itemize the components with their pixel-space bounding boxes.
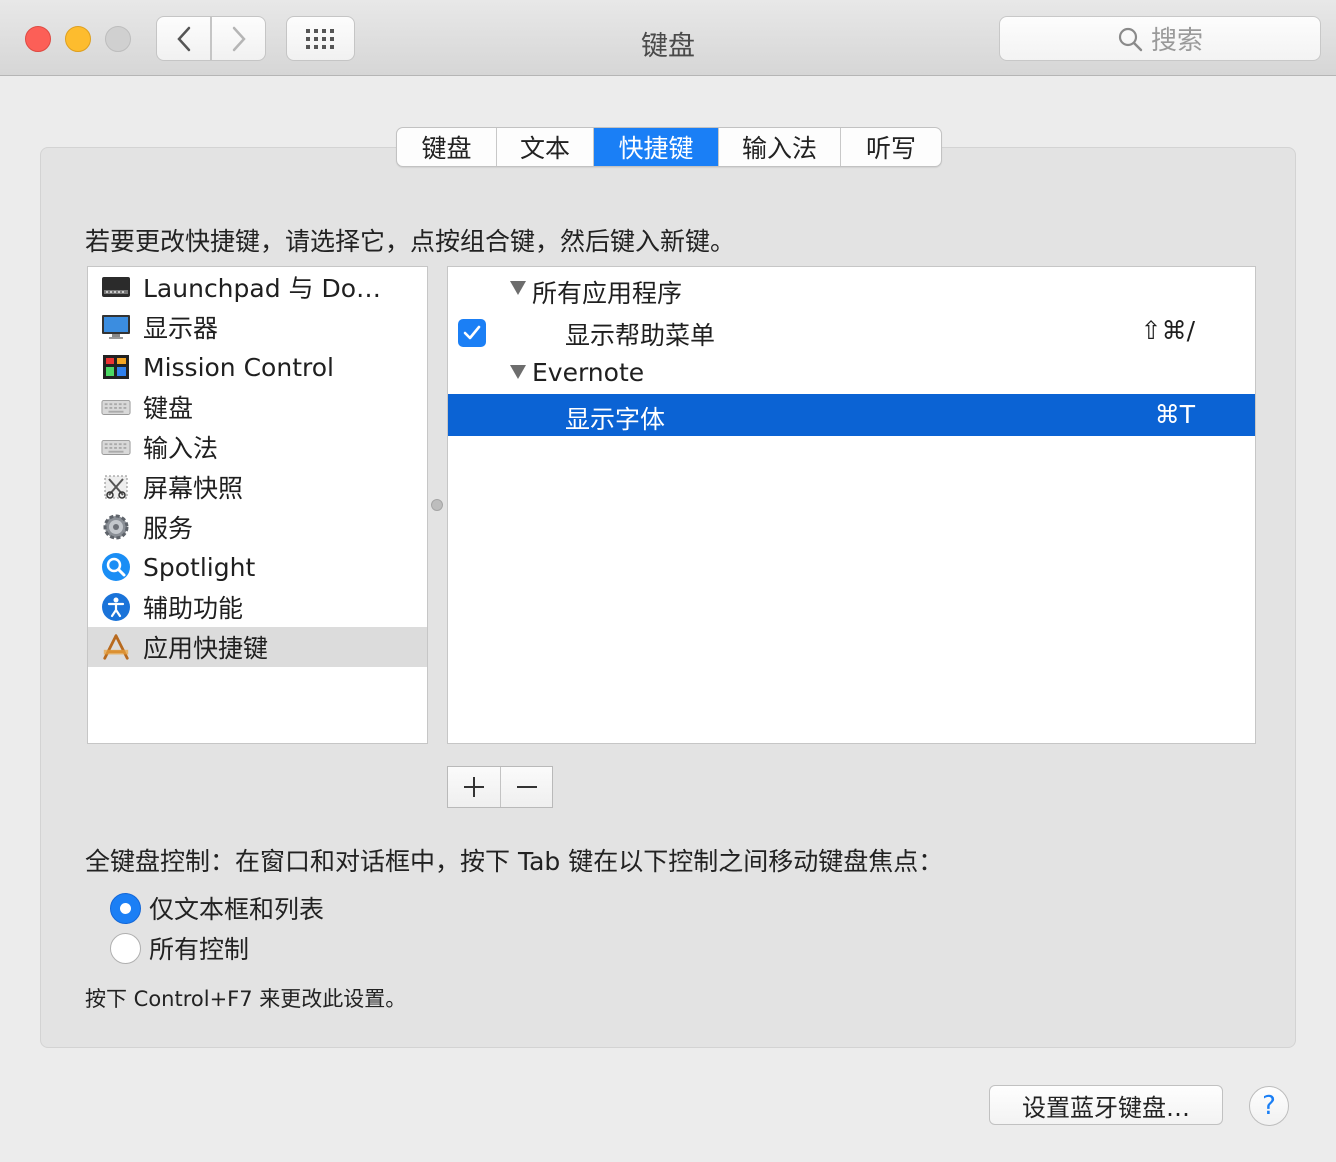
search-field[interactable]: 搜索 [999,16,1321,61]
split-view-divider[interactable] [431,499,443,511]
category-label: Launchpad 与 Do… [143,274,382,303]
add-remove-control [447,766,553,808]
remove-shortcut-button[interactable] [500,767,552,807]
group-label: 所有应用程序 [532,279,683,308]
app-shortcuts-icon [101,632,131,662]
tab-shortcuts[interactable]: 快捷键 [594,128,719,166]
tab-keyboard[interactable]: 键盘 [397,128,497,166]
gear-icon [101,512,131,542]
search-placeholder: 搜索 [1150,26,1203,56]
group-row-all-applications[interactable]: 所有应用程序 [448,268,1255,310]
category-label: 输入法 [143,434,219,463]
category-item-input-sources[interactable]: 输入法 [88,427,427,467]
change-setting-hint: 按下 Control+F7 来更改此设置。 [85,987,407,1011]
radio-button[interactable] [110,892,141,924]
group-label: Evernote [532,358,645,387]
mission-control-icon [101,352,131,382]
category-item-app-shortcuts[interactable]: 应用快捷键 [88,627,427,667]
title-bar: 键盘 搜索 [0,0,1336,76]
plus-icon [464,777,484,797]
category-label: Spotlight [143,552,256,582]
setup-bluetooth-keyboard-button[interactable]: 设置蓝牙键盘… [989,1085,1223,1125]
category-list: Launchpad 与 Do… 显示器 Mission Control 键盘 输… [87,266,428,744]
tab-bar: 键盘 文本 快捷键 输入法 听写 [396,127,942,167]
shortcut-keys[interactable]: ⌘T [1155,400,1195,429]
group-row-evernote[interactable]: Evernote [448,352,1255,394]
instruction-text: 若要更改快捷键，请选择它，点按组合键，然后键入新键。 [85,227,736,256]
category-label: 服务 [143,514,194,543]
radio-text-boxes-and-lists[interactable]: 仅文本框和列表 [110,891,324,925]
tab-input-sources[interactable]: 输入法 [719,128,841,166]
category-item-display[interactable]: 显示器 [88,307,427,347]
category-item-launchpad[interactable]: Launchpad 与 Do… [88,267,427,307]
launchpad-icon [101,272,131,302]
display-icon [101,312,131,342]
shortcut-row-show-fonts[interactable]: 显示字体 ⌘T [448,394,1255,436]
category-item-keyboard[interactable]: 键盘 [88,387,427,427]
disclosure-triangle-icon[interactable] [510,281,526,295]
tab-text[interactable]: 文本 [497,128,594,166]
keyboard-icon [101,432,131,462]
screenshot-icon [101,472,131,502]
shortcuts-table: 所有应用程序 显示帮助菜单 ⇧⌘/ Evernote 显示字体 ⌘T [447,266,1256,744]
category-label: 应用快捷键 [143,634,269,663]
minus-icon [516,786,537,788]
category-item-accessibility[interactable]: 辅助功能 [88,587,427,627]
shortcut-keys[interactable]: ⇧⌘/ [1141,316,1195,345]
category-item-mission-control[interactable]: Mission Control [88,347,427,387]
category-label: Mission Control [143,352,334,382]
add-shortcut-button[interactable] [448,767,500,807]
radio-label: 所有控制 [149,935,250,964]
tab-dictation[interactable]: 听写 [841,128,941,166]
keyboard-icon [101,392,131,422]
category-item-screenshots[interactable]: 屏幕快照 [88,467,427,507]
shortcut-row-show-help-menu[interactable]: 显示帮助菜单 ⇧⌘/ [448,310,1255,352]
enable-checkbox[interactable] [458,319,486,347]
full-keyboard-access-label: 全键盘控制：在窗口和对话框中，按下 Tab 键在以下控制之间移动键盘焦点： [85,847,944,876]
category-label: 显示器 [143,314,219,343]
checkmark-icon [463,325,481,340]
shortcut-label: 显示帮助菜单 [565,321,716,350]
category-item-spotlight[interactable]: Spotlight [88,547,427,587]
spotlight-icon [101,552,131,582]
radio-all-controls[interactable]: 所有控制 [110,931,249,965]
radio-button[interactable] [110,932,141,964]
help-button[interactable]: ? [1249,1086,1289,1126]
category-label: 辅助功能 [143,594,244,623]
disclosure-triangle-icon[interactable] [510,365,526,379]
search-icon [1118,27,1143,51]
accessibility-icon [101,592,131,622]
shortcut-label: 显示字体 [565,405,666,434]
category-label: 屏幕快照 [143,474,244,503]
radio-label: 仅文本框和列表 [149,895,325,924]
category-item-services[interactable]: 服务 [88,507,427,547]
category-label: 键盘 [143,394,194,423]
